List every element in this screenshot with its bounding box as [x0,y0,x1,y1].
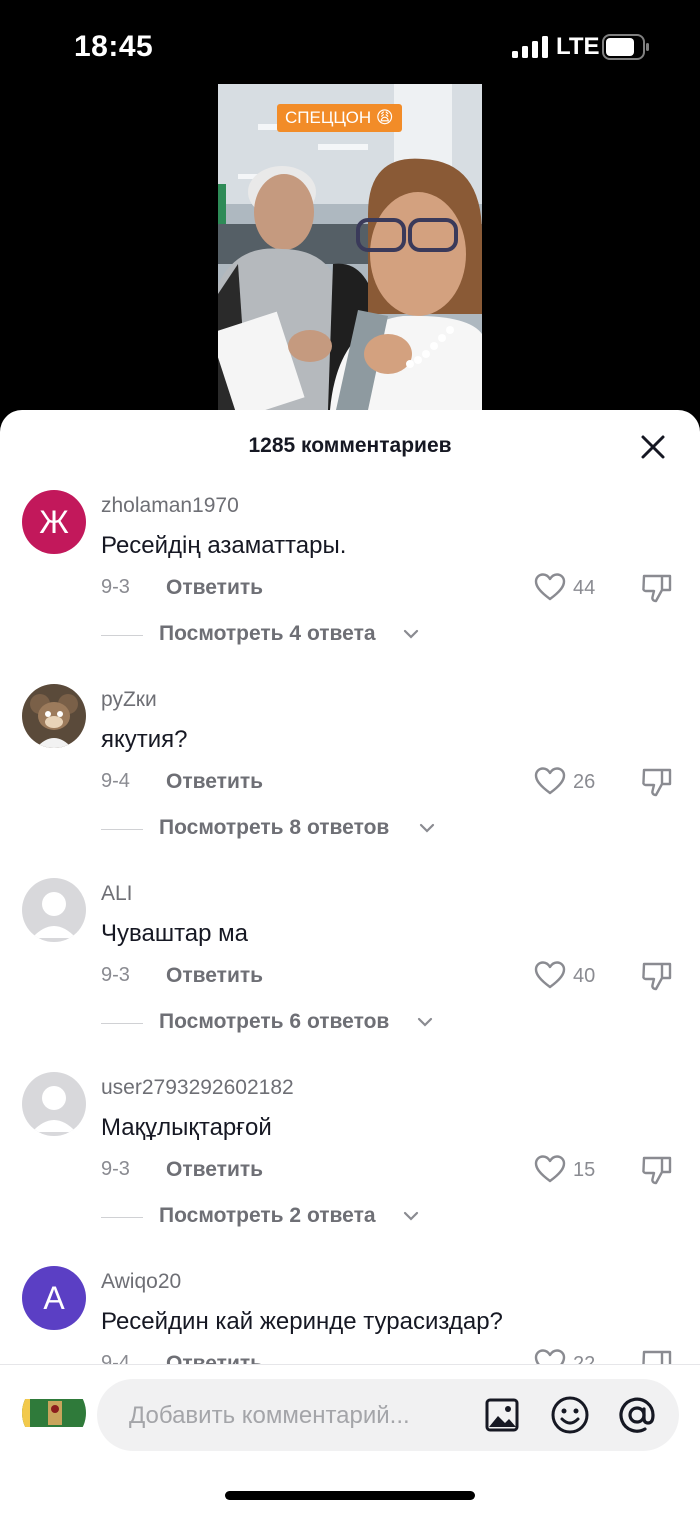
status-bar: 18:45 LTE [0,0,700,84]
comment-text: Чуваштар ма [101,920,249,947]
comment-input[interactable] [127,1379,471,1453]
comment-item: A Awiqo20 Ресейдин кай жеринде турасизда… [0,1258,700,1364]
cartoon-mouse-avatar [22,684,86,748]
like-count: 22 [573,1353,596,1364]
network-type: LTE [556,33,600,60]
avatar[interactable] [22,1072,86,1136]
view-replies-label: Посмотреть 6 ответов [159,1010,390,1033]
heart-icon[interactable] [534,572,566,602]
comment-date: 9-4 [101,1352,130,1364]
comment-item: user2793292602182 Мақұлықтарғой 9-3 Отве… [0,1064,700,1258]
chevron-down-icon [419,823,435,833]
comment-count: 1285 комментариев [248,434,452,457]
reply-button[interactable]: Ответить [166,964,263,988]
thumbs-down-icon[interactable] [640,572,674,604]
view-replies-label: Посмотреть 8 ответов [159,816,390,839]
cellular-signal-icon [512,36,548,58]
flag-avatar [22,1381,86,1445]
comment-date: 9-3 [101,576,130,598]
close-icon[interactable] [636,430,670,464]
comment-username[interactable]: user2793292602182 [101,1076,294,1100]
reply-button[interactable]: Ответить [166,576,263,600]
chevron-down-icon [417,1017,433,1027]
comment-input-container[interactable] [97,1379,679,1453]
comments-sheet: 1285 комментариев Ж zholaman1970 Ресейді… [0,410,700,1515]
default-user-icon [32,892,76,938]
comment-username[interactable]: руZки [101,688,157,712]
thread-divider [101,1023,143,1024]
comment-date: 9-4 [101,770,130,792]
heart-icon[interactable] [534,1348,566,1364]
comment-input-bar [0,1364,700,1515]
video-frame [218,84,482,410]
comment-item: Ж zholaman1970 Ресейдің азаматтары. 9-3 … [0,482,700,676]
heart-icon[interactable] [534,1154,566,1184]
comment-username[interactable]: zholaman1970 [101,494,239,518]
thread-divider [101,635,143,636]
chevron-down-icon [403,1211,419,1221]
battery-icon [602,34,649,60]
like-count: 44 [573,577,596,599]
comment-text: Мақұлықтарғой [101,1114,272,1141]
avatar[interactable]: Ж [22,490,86,554]
comments-list[interactable]: Ж zholaman1970 Ресейдің азаматтары. 9-3 … [0,482,700,1364]
avatar[interactable] [22,684,86,748]
video-preview[interactable]: СПЕЦЦОН 😩 [218,84,482,410]
like-count: 15 [573,1159,596,1181]
my-avatar[interactable] [22,1381,86,1445]
image-icon[interactable] [484,1397,520,1433]
comment-date: 9-3 [101,964,130,986]
thumbs-down-icon[interactable] [640,1348,674,1364]
thread-divider [101,829,143,830]
like-count: 40 [573,965,596,987]
comment-item: руZки якутия? 9-4 Ответить 26 Посмотреть… [0,676,700,870]
emoji-icon[interactable] [550,1395,590,1435]
mention-icon[interactable] [617,1395,657,1435]
comment-date: 9-3 [101,1158,130,1180]
status-time: 18:45 [74,30,154,63]
reply-button[interactable]: Ответить [166,1352,263,1364]
video-overlay-tag: СПЕЦЦОН 😩 [277,104,402,132]
thumbs-down-icon[interactable] [640,960,674,992]
reply-button[interactable]: Ответить [166,770,263,794]
thumbs-down-icon[interactable] [640,1154,674,1186]
thumbs-down-icon[interactable] [640,766,674,798]
avatar-initial: A [43,1280,65,1316]
avatar-initial: Ж [39,504,69,540]
view-replies-label: Посмотреть 2 ответа [159,1204,376,1227]
reply-button[interactable]: Ответить [166,1158,263,1182]
comment-text: Ресейдин кай жеринде турасиздар? [101,1308,503,1335]
avatar[interactable] [22,878,86,942]
avatar[interactable]: A [22,1266,86,1330]
heart-icon[interactable] [534,766,566,796]
comment-item: ALI Чуваштар ма 9-3 Ответить 40 Посмотре… [0,870,700,1064]
view-replies-label: Посмотреть 4 ответа [159,622,376,645]
default-user-icon [32,1086,76,1132]
heart-icon[interactable] [534,960,566,990]
comment-text: якутия? [101,726,188,753]
comment-text: Ресейдің азаматтары. [101,532,347,559]
thread-divider [101,1217,143,1218]
like-count: 26 [573,771,596,793]
chevron-down-icon [403,629,419,639]
comments-header: 1285 комментариев [0,410,700,482]
home-indicator [225,1491,475,1500]
comment-username[interactable]: Awiqo20 [101,1270,181,1294]
comment-username[interactable]: ALI [101,882,133,906]
